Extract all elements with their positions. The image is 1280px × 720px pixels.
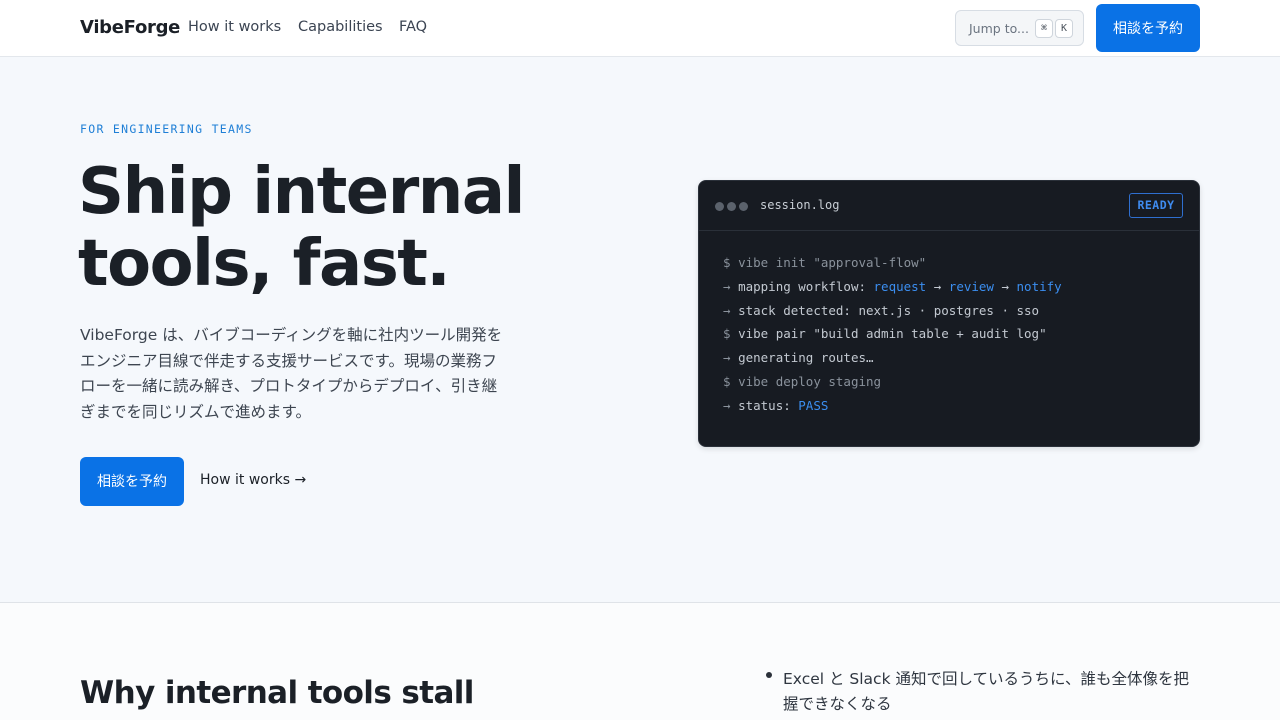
- window-dot-icon: [715, 202, 724, 211]
- terminal-token: request: [873, 278, 927, 294]
- hero-title-line2: tools, fast.: [78, 227, 451, 301]
- terminal-log: $ vibe init "approval-flow" → mapping wor…: [723, 255, 1062, 422]
- terminal-token: →: [993, 278, 1017, 294]
- terminal-line: $ vibe init "approval-flow": [723, 255, 1062, 279]
- terminal-token: PASS: [798, 397, 829, 413]
- terminal-line: → stack detected: next.js · postgres · s…: [723, 303, 1062, 327]
- hero-title-line1: Ship internal: [78, 155, 525, 229]
- terminal-token: status:: [738, 397, 799, 413]
- jump-to-search[interactable]: Jump to... ⌘ K: [955, 10, 1084, 46]
- terminal-token: $: [723, 255, 739, 270]
- terminal-token: vibe init "approval-flow": [738, 255, 927, 270]
- bullet-icon: [766, 672, 772, 678]
- why-section: Why internal tools stall Excel と Slack 通…: [0, 603, 1280, 720]
- terminal-line: → status: PASS: [723, 398, 1062, 422]
- terminal-line: → generating routes…: [723, 350, 1062, 374]
- terminal-token: →: [723, 278, 739, 294]
- why-section-title: Why internal tools stall: [80, 675, 474, 711]
- terminal-filename: session.log: [760, 198, 840, 212]
- window-dot-icon: [739, 202, 748, 211]
- jump-to-label: Jump to...: [969, 21, 1029, 36]
- terminal-header: session.log READY: [699, 181, 1199, 231]
- terminal-line: $ vibe pair "build admin table + audit l…: [723, 326, 1062, 350]
- terminal-token: →: [723, 350, 739, 366]
- hero-description: VibeForge は、バイブコーディングを軸に社内ツール開発をエンジニア目線で…: [80, 326, 503, 421]
- k-key-icon: K: [1055, 19, 1073, 38]
- nav-faq[interactable]: FAQ: [399, 19, 427, 35]
- window-dot-icon: [727, 202, 736, 211]
- hero-title: Ship internal tools, fast.: [78, 156, 638, 300]
- terminal-token: generating routes…: [738, 350, 874, 366]
- how-it-works-link[interactable]: How it works →: [200, 472, 306, 488]
- status-badge: READY: [1129, 193, 1183, 218]
- top-navbar: VibeForge How it works Capabilities FAQ …: [0, 0, 1280, 57]
- terminal-token: →: [723, 397, 739, 413]
- terminal-token: →: [723, 302, 739, 318]
- nav-how-it-works[interactable]: How it works: [188, 19, 281, 35]
- terminal-token: →: [926, 278, 949, 294]
- terminal-token: $: [723, 373, 739, 389]
- terminal-line: $ vibe deploy staging: [723, 374, 1062, 398]
- terminal-token: mapping workflow:: [738, 278, 874, 294]
- terminal-token: review: [948, 278, 994, 294]
- book-consultation-button[interactable]: 相談を予約: [1096, 4, 1200, 52]
- brand-logo[interactable]: VibeForge: [80, 17, 180, 38]
- why-bullet-text: Excel と Slack 通知で回しているうちに、誰も全体像を把握できなくなる: [783, 670, 1190, 713]
- command-key-icon: ⌘: [1035, 19, 1053, 38]
- terminal-token: $: [723, 326, 739, 342]
- nav-capabilities[interactable]: Capabilities: [298, 19, 383, 35]
- terminal-token: notify: [1016, 278, 1062, 294]
- terminal-token: stack detected: next.js · postgres · sso: [738, 302, 1040, 318]
- hero-eyebrow: FOR ENGINEERING TEAMS: [80, 122, 253, 136]
- terminal-token: vibe deploy staging: [738, 373, 882, 389]
- terminal-token: vibe pair "build admin table + audit log…: [738, 326, 1047, 342]
- session-terminal: session.log READY $ vibe init "approval-…: [698, 180, 1200, 447]
- terminal-line: → mapping workflow: request → review → n…: [723, 279, 1062, 303]
- hero-book-consultation-button[interactable]: 相談を予約: [80, 457, 184, 506]
